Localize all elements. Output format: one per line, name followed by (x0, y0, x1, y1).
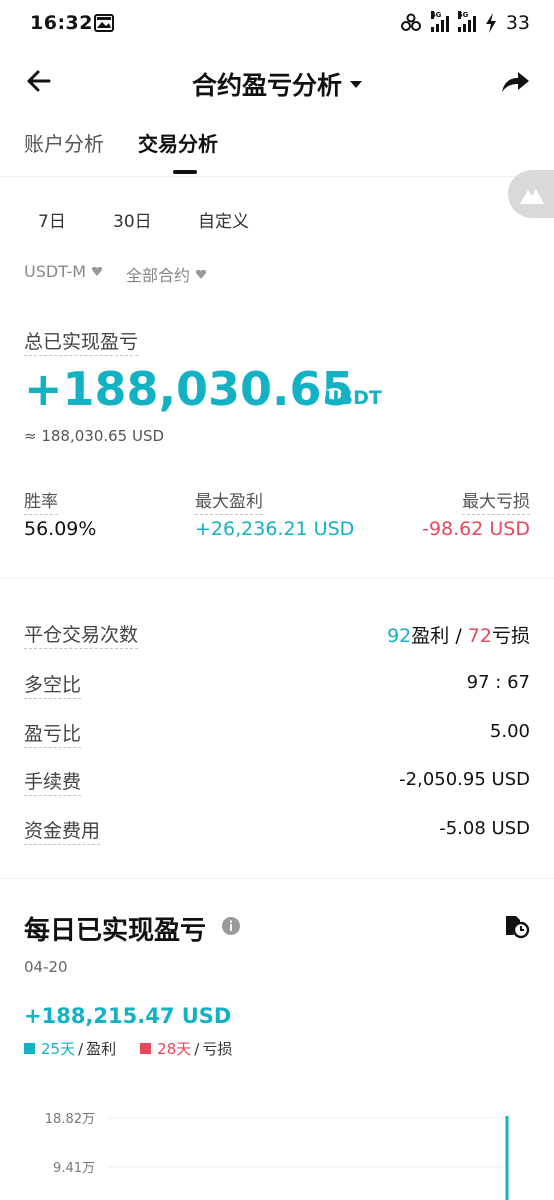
period-7d[interactable]: 7日 (38, 207, 66, 232)
caret-down-icon (92, 267, 103, 276)
tab-account-analysis[interactable]: 账户分析 (24, 128, 104, 157)
fee-label[interactable]: 手续费 (24, 767, 82, 796)
profit-days: 25天 (41, 1040, 76, 1058)
wins-count: 92 (387, 625, 412, 647)
funding-label[interactable]: 资金费用 (24, 816, 101, 845)
divider (0, 878, 554, 879)
daily-pnl-value: +188,215.47 USD (24, 1004, 232, 1028)
total-pnl-value: +188,030.65 (24, 362, 354, 416)
loss-label: 亏损 (202, 1040, 233, 1058)
wins-label: 盈利 (411, 625, 450, 647)
losses-count: 72 (467, 625, 492, 647)
caret-down-icon (196, 269, 207, 279)
funding-value: -5.08 USD (439, 818, 530, 839)
profit-label: 盈利 (86, 1040, 117, 1058)
pl-ratio-value: 5.00 (489, 721, 530, 742)
daily-pnl-title: 每日已实现盈亏 (24, 916, 207, 946)
caret-down-icon[interactable] (350, 80, 362, 88)
mountain-icon (520, 189, 544, 204)
app-header: 合约盈亏分析 (0, 52, 554, 108)
contract-filter-label: 全部合约 (126, 266, 191, 285)
divider (0, 176, 554, 177)
max-profit-label[interactable]: 最大盈利 (195, 487, 263, 515)
closed-trades-value: 92盈利 / 72亏损 (387, 621, 530, 648)
win-rate-label[interactable]: 胜率 (24, 487, 58, 515)
max-loss-value: -98.62 USD (422, 518, 530, 540)
y-tick-label-2: 9.41万 (53, 1161, 95, 1176)
divider (0, 578, 554, 579)
tab-bar: 账户分析 交易分析 (24, 128, 218, 157)
history-icon[interactable] (502, 911, 530, 939)
margin-type-label: USDT-M (24, 262, 87, 281)
page-title[interactable]: 合约盈亏分析 (0, 66, 554, 102)
long-short-value: 97 : 67 (466, 672, 530, 693)
legend-swatch-profit (24, 1043, 35, 1054)
loss-days: 28天 (157, 1040, 192, 1058)
legend-swatch-loss (140, 1043, 152, 1054)
losses-label: 亏损 (491, 625, 530, 647)
fee-value: -2,050.95 USD (399, 769, 530, 790)
image-icon (94, 14, 114, 32)
max-profit-value: +26,236.21 USD (195, 518, 355, 540)
daily-date: 04-20 (24, 958, 68, 976)
pl-ratio-label[interactable]: 盈亏比 (24, 719, 82, 748)
total-pnl-approx: ≈ 188,030.65 USD (24, 427, 165, 445)
status-bar: 16:32 4G 5G 33 (0, 0, 554, 48)
signal-icon: 4G (430, 11, 449, 32)
total-pnl-label[interactable]: 总已实现盈亏 (24, 327, 139, 356)
share-icon[interactable] (498, 64, 532, 98)
contract-filter[interactable]: 全部合约 (126, 262, 207, 286)
info-icon[interactable] (221, 916, 241, 936)
max-loss-label[interactable]: 最大亏损 (462, 487, 530, 515)
margin-type-filter[interactable]: USDT-M (24, 262, 103, 281)
status-time: 16:32 (30, 12, 93, 34)
tab-trade-analysis[interactable]: 交易分析 (138, 128, 218, 157)
total-pnl-unit: USDT (324, 387, 382, 409)
win-rate-value: 56.09% (24, 518, 97, 540)
period-30d[interactable]: 30日 (113, 207, 152, 232)
separator: / (455, 625, 462, 647)
active-tab-indicator (173, 170, 197, 174)
battery-level: 33 (505, 12, 530, 34)
chart-legend: 25天 / 盈利 28天 / 亏损 (24, 1038, 232, 1059)
separator: / (194, 1039, 200, 1058)
closed-trades-label[interactable]: 平仓交易次数 (24, 620, 139, 649)
daily-pnl-chart[interactable]: 18.82万 9.41万 (0, 1090, 554, 1200)
link-icon (400, 13, 421, 31)
signal-icon: 5G (457, 11, 476, 32)
long-short-label[interactable]: 多空比 (24, 670, 82, 699)
y-tick-label-1: 18.82万 (45, 1112, 95, 1127)
floating-assistant-button[interactable] (508, 170, 554, 218)
separator: / (78, 1039, 84, 1058)
charging-icon (485, 13, 496, 33)
period-custom[interactable]: 自定义 (198, 207, 249, 232)
